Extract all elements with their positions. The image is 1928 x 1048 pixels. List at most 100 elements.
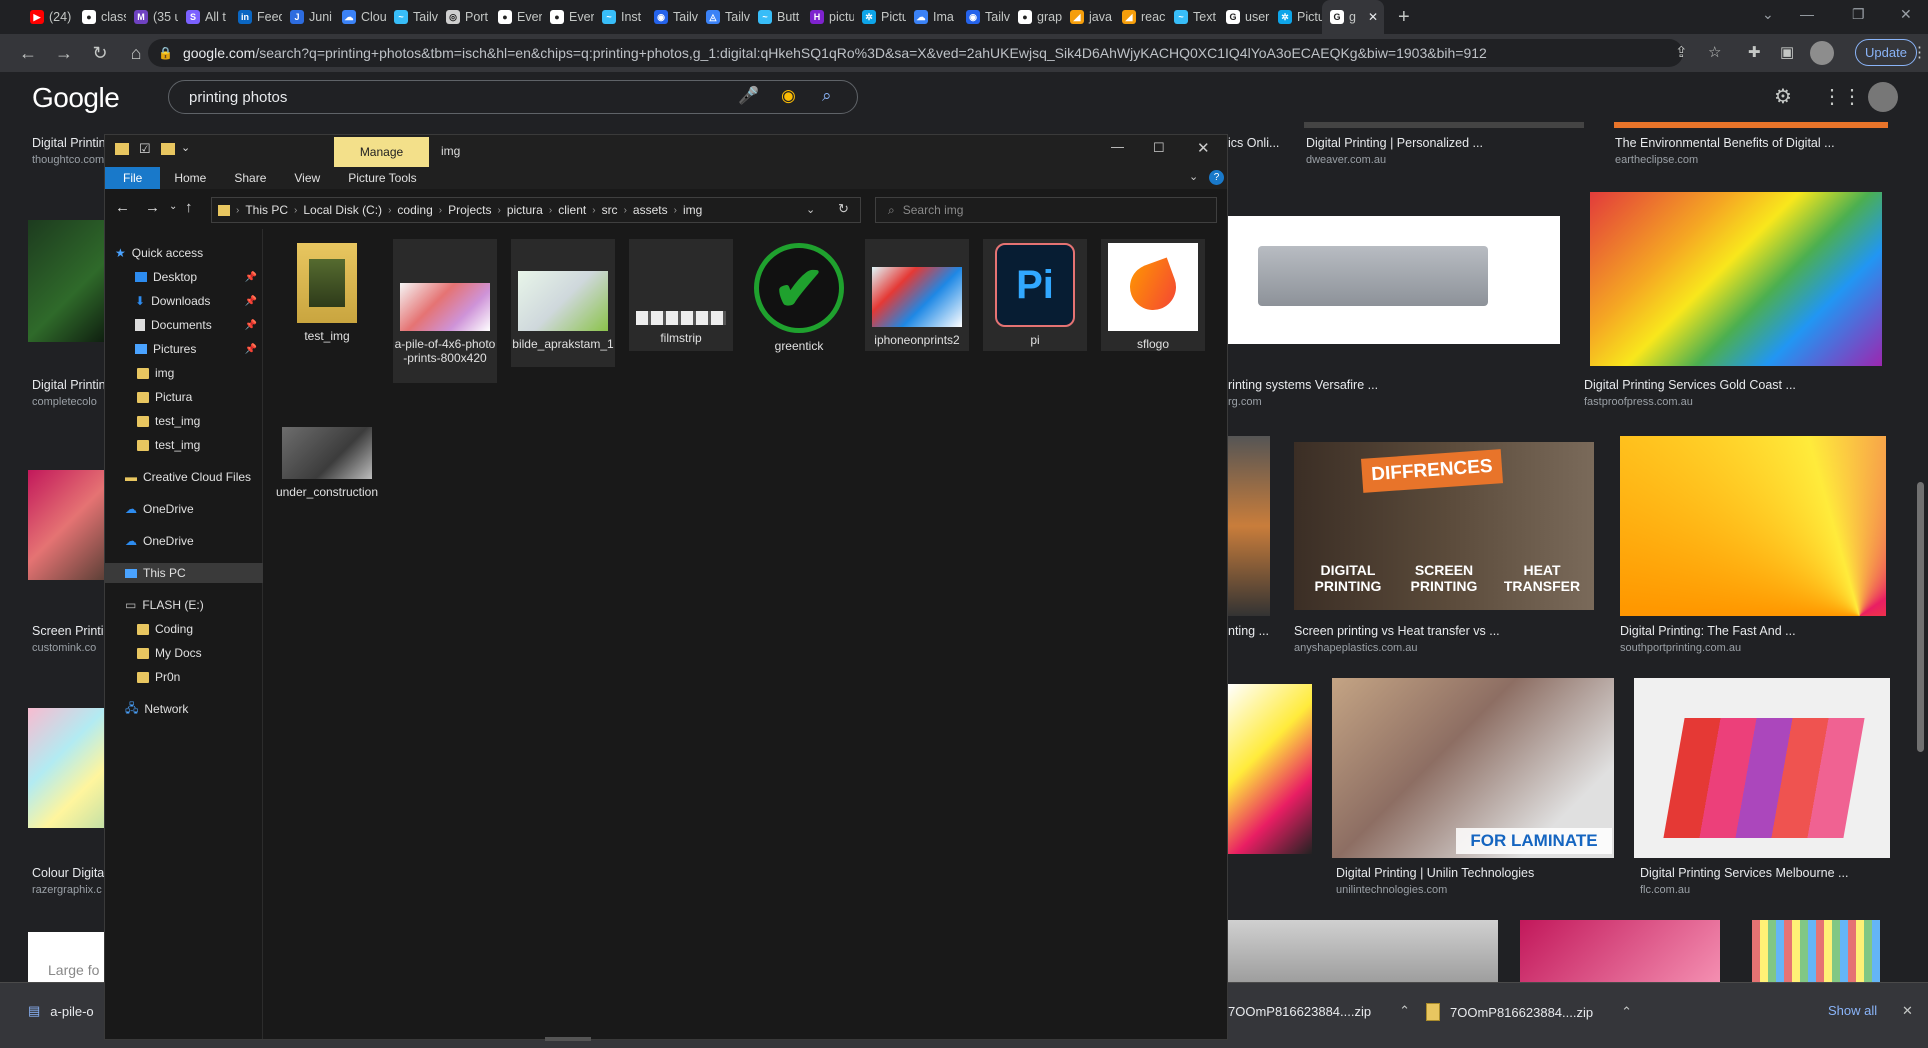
result-image[interactable] <box>28 470 104 580</box>
file-item[interactable]: ✔ greentick <box>747 239 851 353</box>
nav-onedrive[interactable]: ☁ OneDrive <box>105 499 263 519</box>
nav-quick-access[interactable]: ★ Quick access <box>105 243 263 263</box>
browser-tab[interactable]: Hpictu <box>802 0 854 34</box>
restore-icon[interactable]: ❐ <box>1852 6 1865 23</box>
result-image[interactable] <box>1614 122 1888 128</box>
share-icon[interactable]: ⇪ <box>1675 43 1688 61</box>
breadcrumb-client[interactable]: client <box>558 203 586 217</box>
browser-tab[interactable]: ✲ Pictu <box>1270 0 1322 34</box>
browser-tab[interactable]: ● class <box>74 0 126 34</box>
google-account-avatar[interactable] <box>1868 82 1898 112</box>
breadcrumb-projects[interactable]: Projects <box>448 203 491 217</box>
breadcrumb-src[interactable]: src <box>602 203 618 217</box>
browser-tab[interactable]: ☁ Ima <box>906 0 958 34</box>
address-dropdown-icon[interactable]: ⌄ <box>806 203 815 216</box>
browser-tab[interactable]: Gg ✕ <box>1322 0 1384 34</box>
settings-gear-icon[interactable]: ⚙ <box>1774 84 1792 109</box>
result-title[interactable]: rinting systems Versafire ... <box>1228 378 1378 392</box>
result-title[interactable]: The Environmental Benefits of Digital ..… <box>1615 136 1835 150</box>
browser-tab[interactable]: ◎ Port <box>438 0 490 34</box>
close-tab-icon[interactable]: ✕ <box>1368 10 1378 24</box>
browser-tab[interactable]: ✲ Pictu <box>854 0 906 34</box>
apps-grid-icon[interactable]: ⋮⋮ <box>1822 84 1862 109</box>
browser-tab[interactable]: J Juni <box>282 0 334 34</box>
nav-onedrive[interactable]: ☁ OneDrive <box>105 531 263 551</box>
browser-tab[interactable]: Guser <box>1218 0 1270 34</box>
tab-search-icon[interactable]: ⌄ <box>1762 6 1774 23</box>
browser-tab[interactable]: ◬ Tailv <box>698 0 750 34</box>
result-title[interactable]: Digital Printing: The Fast And ... <box>1620 624 1796 638</box>
result-title[interactable]: nting ... <box>1228 624 1269 638</box>
download-item[interactable]: 7OOmP816623884....zip ⌃ <box>1426 1003 1632 1021</box>
address-bar[interactable]: 🔒 google.com/search?q=printing+photos&tb… <box>148 39 1683 67</box>
close-window-icon[interactable]: ✕ <box>1900 6 1912 23</box>
manage-tab[interactable]: Manage <box>334 137 429 167</box>
extensions-icon[interactable]: ✚ <box>1748 43 1761 61</box>
result-title[interactable]: Digital Printin <box>32 378 106 392</box>
minimize-icon[interactable]: — <box>1800 6 1814 22</box>
browser-tab[interactable]: S All t <box>178 0 230 34</box>
ribbon-tab-file[interactable]: File <box>105 167 161 189</box>
file-item[interactable]: a-pile-of-4x6-photo-prints-800x420 <box>393 239 497 383</box>
nav-desktop[interactable]: Desktop 📌 <box>105 267 263 287</box>
horizontal-scroll-thumb[interactable] <box>545 1037 591 1041</box>
breadcrumb-coding[interactable]: coding <box>397 203 432 217</box>
up-icon[interactable]: ↑ <box>185 199 193 216</box>
help-icon[interactable]: ? <box>1209 170 1224 185</box>
browser-tab[interactable]: ☁ Clou <box>334 0 386 34</box>
browser-tab[interactable]: ● Ever <box>490 0 542 34</box>
result-image[interactable] <box>1228 684 1312 854</box>
browser-tab[interactable]: ~ Butt <box>750 0 802 34</box>
nav-img[interactable]: img <box>105 363 263 383</box>
refresh-icon[interactable]: ↻ <box>838 201 849 217</box>
side-panel-icon[interactable]: ▣ <box>1780 43 1794 61</box>
result-image[interactable] <box>1228 920 1498 982</box>
result-image[interactable]: Large fo <box>28 932 104 982</box>
ribbon-tab-picture-tools[interactable]: Picture Tools <box>334 167 430 189</box>
nav-pictura[interactable]: Pictura <box>105 387 263 407</box>
nav-this-pc[interactable]: This PC <box>105 563 263 583</box>
result-image[interactable]: FOR LAMINATE <box>1332 678 1614 858</box>
result-image[interactable]: DIFFRENCES DIGITAL PRINTING SCREEN PRINT… <box>1294 442 1594 610</box>
back-icon[interactable]: ← <box>10 43 46 64</box>
breadcrumb-assets[interactable]: assets <box>633 203 668 217</box>
update-button[interactable]: Update <box>1855 39 1917 66</box>
browser-tab[interactable]: ~ Inst <box>594 0 646 34</box>
result-image[interactable] <box>28 708 104 828</box>
file-item[interactable]: bilde_aprakstam_1 <box>511 239 615 367</box>
recent-locations-icon[interactable]: ⌄ <box>169 201 177 212</box>
nav-flash-drive[interactable]: ▭ FLASH (E:) <box>105 595 263 615</box>
close-shelf-icon[interactable]: ✕ <box>1902 1003 1913 1019</box>
file-item[interactable]: sflogo <box>1101 239 1205 351</box>
nav-downloads[interactable]: ⬇ Downloads 📌 <box>105 291 263 311</box>
browser-tab[interactable]: ▶ (24) <box>22 0 74 34</box>
file-item[interactable]: iphoneonprints2 <box>865 239 969 351</box>
breadcrumb[interactable]: › This PC › Local Disk (C:) › coding › Proj… <box>211 197 861 223</box>
breadcrumb-pictura[interactable]: pictura <box>507 203 543 217</box>
file-item[interactable]: Pi pi <box>983 239 1087 351</box>
bookmark-star-icon[interactable]: ☆ <box>1708 43 1721 61</box>
minimize-icon[interactable]: — <box>1111 139 1124 154</box>
nav-pictures[interactable]: Pictures 📌 <box>105 339 263 359</box>
file-item[interactable]: test_img <box>275 239 379 343</box>
page-scrollbar[interactable] <box>1912 72 1928 982</box>
profile-avatar[interactable] <box>1810 41 1834 65</box>
ribbon-tab-home[interactable]: Home <box>160 167 220 189</box>
voice-search-icon[interactable]: 🎤 <box>738 86 759 106</box>
nav-coding[interactable]: Coding <box>105 619 263 639</box>
nav-my-docs[interactable]: My Docs <box>105 643 263 663</box>
ribbon-tab-view[interactable]: View <box>280 167 334 189</box>
chevron-up-icon[interactable]: ⌃ <box>1621 1004 1632 1020</box>
browser-tab[interactable]: ● grap <box>1010 0 1062 34</box>
new-tab-button[interactable]: + <box>1398 6 1410 29</box>
result-title[interactable]: Digital Printing Services Melbourne ... <box>1640 866 1848 880</box>
result-title[interactable]: Screen Printin <box>32 624 111 638</box>
properties-icon[interactable]: ☑ <box>139 141 151 157</box>
result-image[interactable] <box>1304 122 1584 128</box>
result-title[interactable]: Digital Printing <box>32 136 113 150</box>
breadcrumb-this-pc[interactable]: This PC <box>245 203 288 217</box>
browser-tab[interactable]: M (35 u <box>126 0 178 34</box>
scrollbar-thumb[interactable] <box>1917 482 1924 752</box>
customize-toolbar-icon[interactable]: ⌄ <box>181 141 190 154</box>
result-image[interactable] <box>1228 216 1560 344</box>
